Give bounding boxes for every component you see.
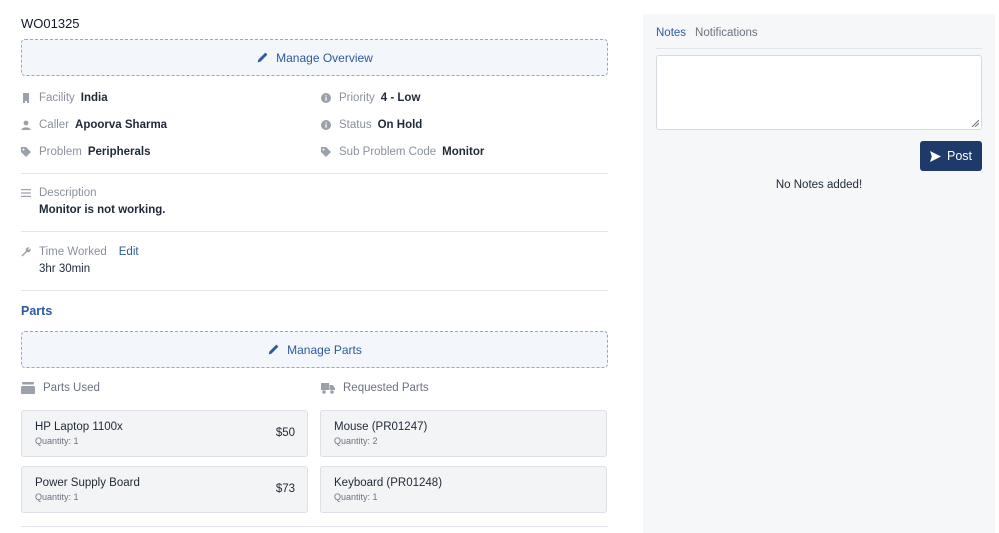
pencil-icon <box>257 52 268 63</box>
lines-icon <box>21 188 31 198</box>
part-price: $73 <box>275 483 295 495</box>
tag-icon <box>21 147 31 157</box>
send-icon <box>929 150 941 162</box>
problem-label: Problem <box>39 146 82 158</box>
part-quantity: Quantity: 2 <box>334 436 378 446</box>
parts-used-label: Parts Used <box>43 382 100 394</box>
tab-notes[interactable]: Notes <box>656 27 686 39</box>
part-quantity: Quantity: 1 <box>334 492 378 502</box>
part-used-card[interactable]: Power Supply Board Quantity: 1 $73 <box>21 466 308 513</box>
caller-field: Caller Apoorva Sharma <box>21 117 167 133</box>
tag-icon <box>321 147 331 157</box>
info-icon <box>321 93 331 103</box>
post-button[interactable]: Post <box>920 141 982 171</box>
parts-title: Parts <box>21 304 53 318</box>
note-textarea[interactable] <box>656 55 982 130</box>
resize-grip-icon[interactable] <box>971 119 979 127</box>
problem-field: Problem Peripherals <box>21 144 150 160</box>
priority-field: Priority 4 - Low <box>321 90 420 106</box>
divider <box>21 290 608 291</box>
tab-divider <box>656 48 982 49</box>
divider <box>21 526 608 527</box>
facility-label: Facility <box>39 92 75 104</box>
post-label: Post <box>946 149 972 163</box>
requested-parts-label: Requested Parts <box>343 382 429 394</box>
part-name: Mouse (PR01247) <box>334 421 428 433</box>
wrench-icon <box>21 247 31 257</box>
time-worked-value: 3hr 30min <box>39 263 91 275</box>
part-name: Keyboard (PR01248) <box>334 477 443 489</box>
manage-parts-button[interactable]: Manage Parts <box>21 331 608 368</box>
part-price: $50 <box>275 427 295 439</box>
time-worked-label: Time Worked <box>39 246 107 258</box>
edit-time-link[interactable]: Edit <box>119 246 139 258</box>
priority-value: 4 - Low <box>380 92 421 104</box>
problem-value: Peripherals <box>87 146 151 158</box>
sub-problem-field: Sub Problem Code Monitor <box>321 144 484 160</box>
divider <box>21 173 608 174</box>
user-icon <box>21 120 31 130</box>
parts-used-heading: Parts Used <box>21 382 100 394</box>
pencil-icon <box>268 344 279 355</box>
description-value: Monitor is not working. <box>39 204 166 216</box>
status-label: Status <box>339 119 372 131</box>
requested-part-card[interactable]: Mouse (PR01247) Quantity: 2 <box>320 410 607 457</box>
status-field: Status On Hold <box>321 117 422 133</box>
time-worked-field: Time Worked Edit <box>21 244 139 260</box>
status-value: On Hold <box>377 119 423 131</box>
requested-part-card[interactable]: Keyboard (PR01248) Quantity: 1 <box>320 466 607 513</box>
caller-value: Apoorva Sharma <box>75 119 168 131</box>
sub-problem-label: Sub Problem Code <box>339 146 437 158</box>
caller-label: Caller <box>39 119 70 131</box>
part-name: Power Supply Board <box>35 477 140 489</box>
sub-problem-value: Monitor <box>442 146 485 158</box>
description-field: Description <box>21 185 103 201</box>
panel-tabs: Notes Notifications <box>656 27 758 39</box>
facility-field: Facility India <box>21 90 108 106</box>
part-quantity: Quantity: 1 <box>35 492 79 502</box>
part-quantity: Quantity: 1 <box>35 436 79 446</box>
manage-overview-button[interactable]: Manage Overview <box>21 39 608 76</box>
truck-icon <box>321 383 335 394</box>
divider <box>21 231 608 232</box>
part-used-card[interactable]: HP Laptop 1100x Quantity: 1 $50 <box>21 410 308 457</box>
priority-label: Priority <box>339 92 375 104</box>
info-icon <box>321 120 331 130</box>
box-icon <box>21 382 35 394</box>
description-label: Description <box>39 187 97 199</box>
manage-overview-label: Manage Overview <box>276 50 373 65</box>
facility-value: India <box>80 92 108 104</box>
work-order-id: WO01325 <box>21 16 80 31</box>
building-icon <box>21 93 31 103</box>
requested-parts-heading: Requested Parts <box>321 382 429 394</box>
notes-panel: Notes Notifications Post No Notes added! <box>643 14 995 533</box>
manage-parts-label: Manage Parts <box>287 342 362 357</box>
tab-notifications[interactable]: Notifications <box>695 27 758 39</box>
part-name: HP Laptop 1100x <box>35 421 123 433</box>
empty-notes-message: No Notes added! <box>775 179 863 191</box>
